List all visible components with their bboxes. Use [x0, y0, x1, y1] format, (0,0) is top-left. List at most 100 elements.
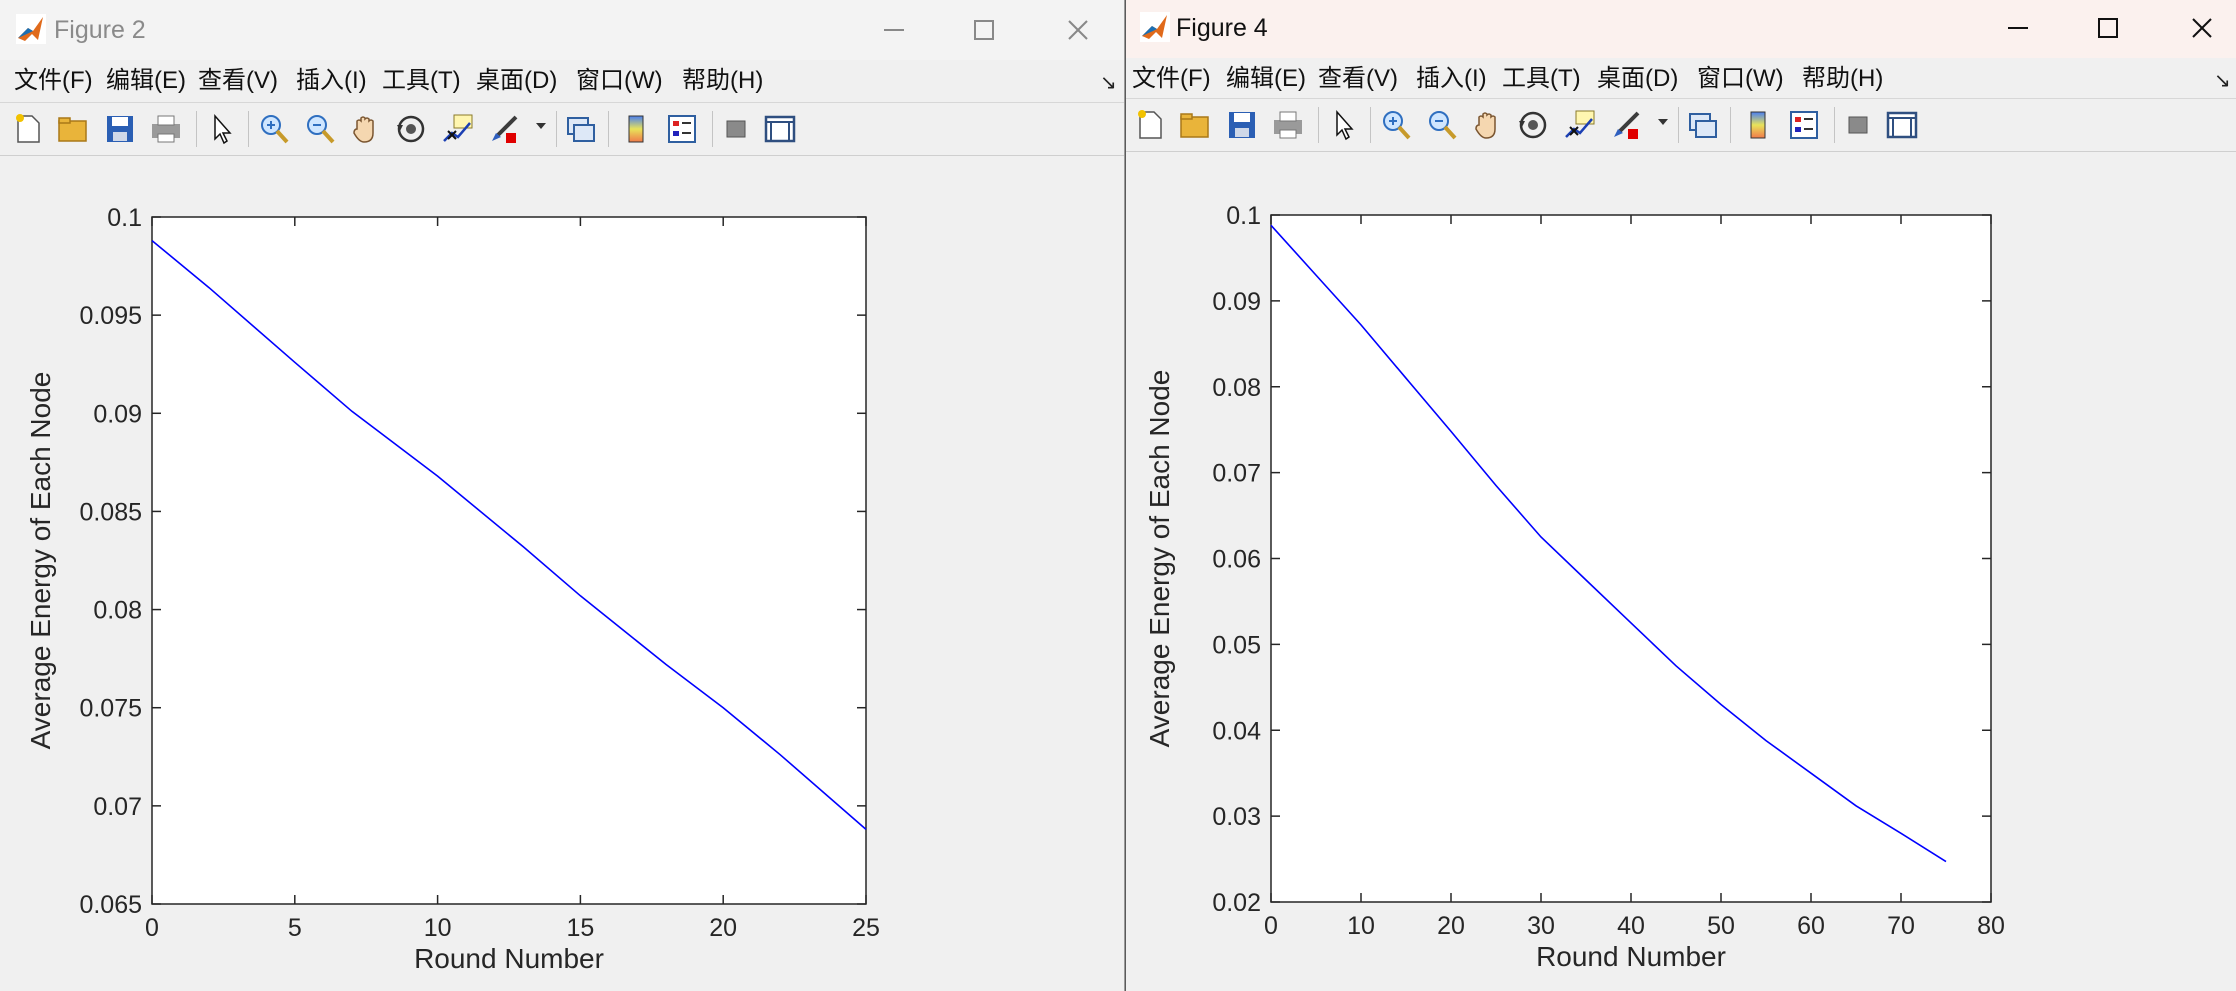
- new-file-icon: [1138, 110, 1162, 139]
- menu-file[interactable]: 文件(F): [1132, 63, 1211, 95]
- save-button[interactable]: [1224, 107, 1260, 143]
- plot-area[interactable]: [1270, 214, 1992, 903]
- maximize-button[interactable]: [2076, 4, 2140, 52]
- rotate-3d-icon: [397, 115, 425, 143]
- toolbar-separator: [248, 111, 249, 147]
- close-button[interactable]: [2170, 4, 2234, 52]
- show-plot-tools-button[interactable]: [762, 111, 798, 147]
- menu-bar: 文件(F) 编辑(E) 查看(V) 插入(I) 工具(T) 桌面(D) 窗口(W…: [0, 60, 1124, 102]
- x-tick-label: 50: [1707, 912, 1735, 940]
- rotate-3d-button[interactable]: [393, 111, 429, 147]
- link-plot-button[interactable]: [1685, 107, 1721, 143]
- plot-area[interactable]: [151, 216, 867, 905]
- data-tips-icon: [443, 114, 473, 142]
- figure-toolbar: [0, 102, 1124, 156]
- zoom-in-button[interactable]: [256, 111, 292, 147]
- link-plot-icon: [567, 117, 595, 142]
- toolbar-separator: [608, 111, 609, 147]
- title-bar[interactable]: Figure 2: [0, 0, 1124, 60]
- open-file-button[interactable]: [55, 111, 91, 147]
- zoom-out-button[interactable]: [1424, 107, 1460, 143]
- minimize-button[interactable]: [862, 6, 926, 54]
- menu-window[interactable]: 窗口(W): [1697, 63, 1784, 95]
- rotate-3d-button[interactable]: [1515, 107, 1551, 143]
- dock-arrow-icon[interactable]: ↘: [2214, 68, 2231, 93]
- save-button[interactable]: [102, 111, 138, 147]
- figure-2-line-chart[interactable]: 0 5 10 15 20 25 0.065 0.07 0.075 0.08 0.085 0.09 0.0…: [0, 155, 1124, 991]
- menu-help[interactable]: 帮助(H): [1802, 63, 1883, 95]
- data-tips-button[interactable]: [1562, 107, 1598, 143]
- toolbar-separator: [1834, 107, 1835, 143]
- show-plot-tools-button[interactable]: [1884, 107, 1920, 143]
- brush-button[interactable]: [1608, 107, 1644, 143]
- zoom-out-icon: [1429, 111, 1457, 140]
- menu-tools[interactable]: 工具(T): [382, 65, 461, 97]
- link-plot-button[interactable]: [563, 111, 599, 147]
- colorbar-button[interactable]: [1740, 107, 1776, 143]
- data-tips-button[interactable]: [440, 111, 476, 147]
- maximize-icon: [974, 20, 994, 40]
- x-tick-label: 80: [1977, 912, 2005, 940]
- select-button[interactable]: [204, 111, 240, 147]
- menu-edit[interactable]: 编辑(E): [106, 65, 186, 97]
- open-folder-icon: [1180, 113, 1209, 138]
- colorbar-icon: [628, 115, 644, 143]
- colorbar-button[interactable]: [618, 111, 654, 147]
- legend-button[interactable]: [664, 111, 700, 147]
- menu-insert[interactable]: 插入(I): [296, 65, 367, 97]
- y-tick-label: 0.07: [1212, 460, 1261, 488]
- print-button[interactable]: [1270, 107, 1306, 143]
- new-file-button[interactable]: [10, 111, 46, 147]
- y-tick-label: 0.05: [1212, 631, 1261, 659]
- menu-file[interactable]: 文件(F): [14, 65, 93, 97]
- toolbar-separator: [1318, 107, 1319, 143]
- menu-view[interactable]: 查看(V): [198, 65, 278, 97]
- pan-button[interactable]: [1470, 107, 1506, 143]
- menu-insert[interactable]: 插入(I): [1416, 63, 1487, 95]
- brush-dropdown-icon[interactable]: [536, 123, 546, 129]
- y-tick-label: 0.07: [93, 793, 142, 821]
- zoom-in-icon: [1383, 111, 1411, 140]
- x-tick-label: 40: [1617, 912, 1645, 940]
- menu-window[interactable]: 窗口(W): [576, 65, 663, 97]
- save-icon: [1229, 112, 1255, 138]
- open-file-button[interactable]: [1177, 107, 1213, 143]
- pan-hand-icon: [353, 116, 374, 143]
- rotate-3d-icon: [1519, 111, 1547, 139]
- matlab-logo-icon: [1140, 12, 1170, 42]
- maximize-button[interactable]: [952, 6, 1016, 54]
- zoom-in-button[interactable]: [1378, 107, 1414, 143]
- hide-plot-tools-button[interactable]: [1840, 107, 1876, 143]
- brush-button[interactable]: [486, 111, 522, 147]
- x-axis-label: Round Number: [414, 943, 604, 974]
- menu-view[interactable]: 查看(V): [1318, 63, 1398, 95]
- minimize-button[interactable]: [1986, 4, 2050, 52]
- menu-help[interactable]: 帮助(H): [682, 65, 763, 97]
- minimize-icon: [2008, 27, 2028, 29]
- maximize-icon: [2098, 18, 2118, 38]
- dock-arrow-icon[interactable]: ↘: [1100, 70, 1117, 95]
- zoom-out-button[interactable]: [302, 111, 338, 147]
- brush-dropdown-icon[interactable]: [1658, 119, 1668, 125]
- hide-plot-tools-button[interactable]: [718, 111, 754, 147]
- legend-button[interactable]: [1786, 107, 1822, 143]
- figure-4-line-chart[interactable]: 0 10 20 30 40 50 60 70 80 0.02 0.03 0.04 0.05 0.06 0.0…: [1126, 155, 2236, 991]
- print-button[interactable]: [148, 111, 184, 147]
- menu-tools[interactable]: 工具(T): [1502, 63, 1581, 95]
- close-button[interactable]: [1046, 6, 1110, 54]
- pan-button[interactable]: [348, 111, 384, 147]
- minimize-icon: [884, 29, 904, 31]
- select-button[interactable]: [1326, 107, 1362, 143]
- y-tick-label: 0.06: [1212, 546, 1261, 574]
- toolbar-separator: [556, 111, 557, 147]
- x-tick-label: 15: [566, 914, 594, 942]
- menu-edit[interactable]: 编辑(E): [1226, 63, 1306, 95]
- pointer-icon: [214, 114, 232, 145]
- new-file-button[interactable]: [1132, 107, 1168, 143]
- title-bar[interactable]: Figure 4: [1126, 0, 2236, 60]
- menu-desktop[interactable]: 桌面(D): [476, 65, 557, 97]
- toolbar-separator: [196, 111, 197, 147]
- menu-desktop[interactable]: 桌面(D): [1597, 63, 1678, 95]
- save-icon: [107, 116, 133, 142]
- close-icon: [2192, 18, 2212, 38]
